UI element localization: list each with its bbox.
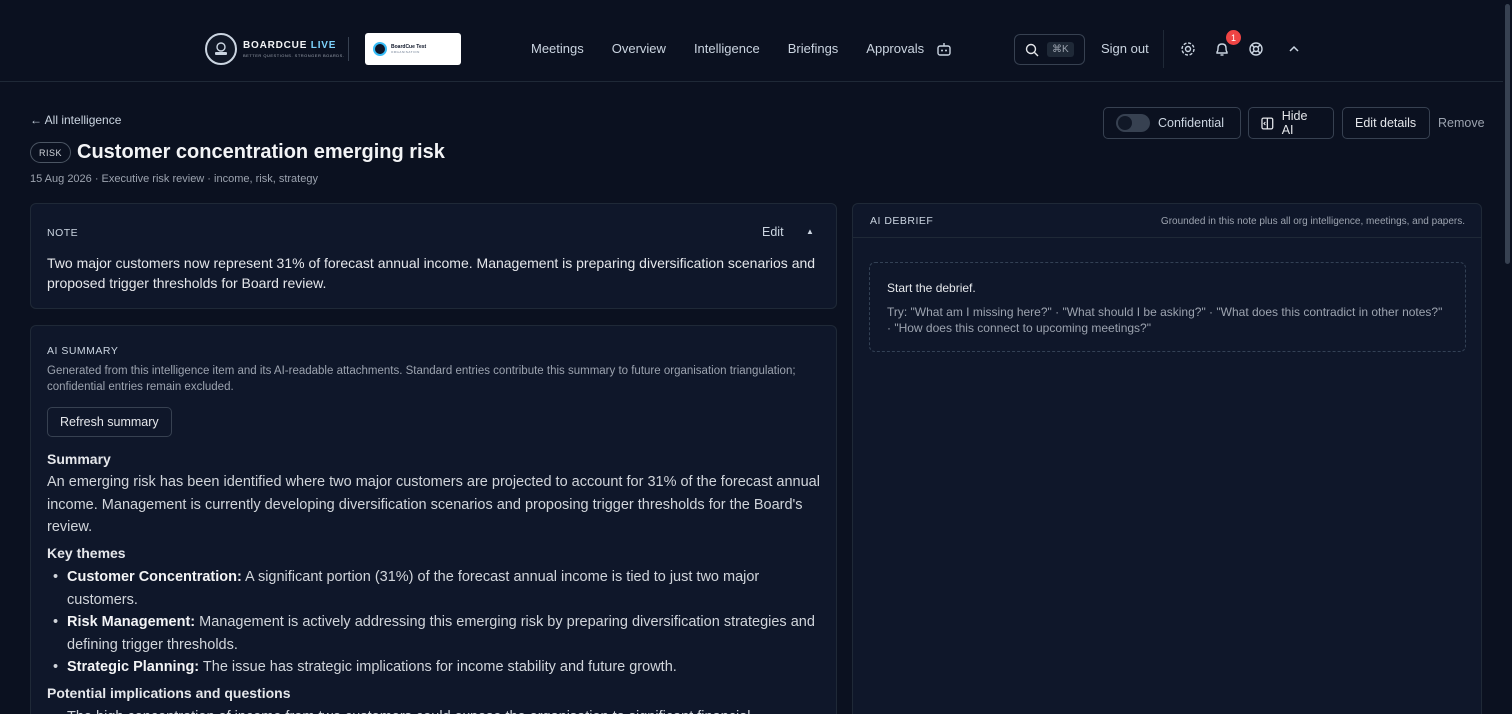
ai-debrief-grounding: Grounded in this note plus all org intel… (1160, 216, 1465, 227)
org-subtitle: ORGANISATION (391, 50, 420, 54)
key-themes-heading: Key themes (47, 545, 126, 561)
org-switcher[interactable]: BoardCue Test ORGANISATION (365, 33, 461, 65)
page-scrollbar[interactable] (1503, 0, 1512, 714)
top-navigation-bar: BOARDCUE LIVE BETTER QUESTIONS. STRONGER… (0, 0, 1512, 82)
debrief-start-title: Start the debrief. (887, 281, 976, 295)
brand-name: BOARDCUE (243, 40, 308, 51)
note-text: Two major customers now represent 31% of… (47, 255, 816, 291)
note-card: NOTE Edit ▲ Two major customers now repr… (30, 203, 837, 309)
nav-link-meetings[interactable]: Meetings (531, 41, 584, 56)
panel-icon (1261, 116, 1274, 130)
nav-divider (1163, 30, 1164, 68)
list-item: Customer Concentration: A significant po… (47, 566, 822, 611)
search-shortcut: ⌘K (1047, 42, 1074, 57)
ai-summary-label: AI SUMMARY (47, 345, 119, 357)
ai-assistant-bot-icon[interactable] (936, 41, 952, 62)
ai-summary-description: Generated from this intelligence item an… (47, 365, 796, 393)
confidential-toggle[interactable]: Confidential (1103, 107, 1241, 139)
page-meta: 15 Aug 2026 · Executive risk review · in… (30, 173, 318, 185)
ai-debrief-label: AI DEBRIEF (870, 215, 934, 227)
collapse-caret-icon[interactable]: ▲ (806, 227, 814, 236)
category-tag: RISK (30, 142, 72, 163)
hide-ai-label: Hide AI (1281, 109, 1308, 137)
page-title: Customer concentration emerging risk (77, 141, 445, 163)
summary-text: An emerging risk has been identified whe… (47, 474, 820, 535)
sign-out-link[interactable]: Sign out (1101, 41, 1149, 56)
org-logo-icon (373, 42, 387, 56)
implications-first-item: The high concentration of income from tw… (67, 706, 822, 714)
help-lifebuoy-icon[interactable] (1247, 40, 1265, 58)
scrollbar-thumb[interactable] (1505, 4, 1510, 264)
nav-link-approvals[interactable]: Approvals (866, 41, 924, 56)
debrief-empty-state[interactable]: Start the debrief. Try: "What am I missi… (869, 262, 1466, 352)
ai-debrief-panel: AI DEBRIEF Grounded in this note plus al… (852, 203, 1482, 714)
nav-divider (348, 37, 349, 61)
brand-logo[interactable]: BOARDCUE LIVE BETTER QUESTIONS. STRONGER… (205, 33, 344, 65)
main-nav: Meetings Overview Intelligence Briefings… (531, 41, 924, 56)
brand-name-suffix: LIVE (310, 40, 337, 51)
note-label: NOTE (47, 227, 79, 239)
brand-emblem-icon (205, 33, 237, 65)
list-item: Strategic Planning: The issue has strate… (47, 656, 822, 679)
debrief-suggestions: Try: "What am I missing here?" · "What s… (887, 305, 1443, 335)
summary-heading: Summary (47, 451, 111, 467)
ai-summary-card: AI SUMMARY Generated from this intellige… (30, 325, 837, 714)
nav-link-overview[interactable]: Overview (612, 41, 666, 56)
search-icon (1025, 43, 1039, 56)
nav-link-intelligence[interactable]: Intelligence (694, 41, 760, 56)
search-button[interactable]: ⌘K (1014, 34, 1085, 65)
confidential-label: Confidential (1158, 116, 1225, 130)
refresh-summary-button[interactable]: Refresh summary (47, 407, 172, 437)
brand-tagline: BETTER QUESTIONS. STRONGER BOARDS. (243, 53, 345, 58)
implications-heading: Potential implications and questions (47, 685, 291, 701)
settings-gear-icon[interactable] (1179, 40, 1197, 58)
nav-link-briefings[interactable]: Briefings (788, 41, 839, 56)
edit-details-label: Edit details (1355, 116, 1417, 130)
edit-details-button[interactable]: Edit details (1342, 107, 1430, 139)
note-edit-button[interactable]: Edit (762, 225, 784, 239)
key-themes-list: Customer Concentration: A significant po… (47, 566, 822, 679)
notification-count-badge: 1 (1226, 30, 1241, 45)
back-to-all-intelligence-link[interactable]: ← All intelligence (30, 113, 121, 127)
toggle-switch[interactable] (1116, 114, 1150, 132)
collapse-chevron-up-icon[interactable] (1285, 40, 1303, 58)
hide-ai-button[interactable]: Hide AI (1248, 107, 1334, 139)
list-item: Risk Management: Management is actively … (47, 611, 822, 656)
remove-button[interactable]: Remove (1438, 116, 1485, 130)
